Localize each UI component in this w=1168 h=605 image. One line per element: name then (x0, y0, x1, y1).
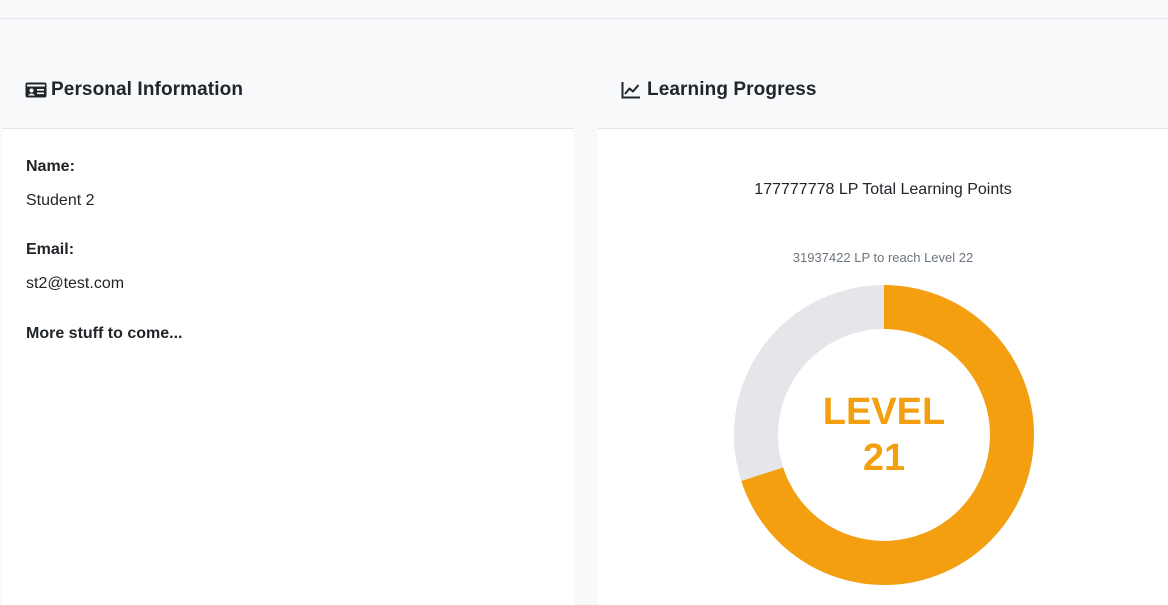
level-number: 21 (862, 437, 906, 479)
learning-progress-card: Learning Progress 177777778 LP Total Lea… (598, 52, 1168, 605)
level-indicator: LEVEL 21 (733, 284, 1035, 586)
more-info-note: More stuff to come... (26, 325, 183, 342)
personal-information-card: Personal Information Name: Student 2 Ema… (2, 52, 574, 605)
points-to-next-level: 31937422 LP to reach Level 22 (792, 250, 974, 265)
line-chart-icon (621, 81, 643, 99)
learning-progress-title: Learning Progress (647, 79, 817, 100)
id-card-icon (25, 81, 47, 99)
learning-progress-header: Learning Progress (598, 52, 1168, 129)
email-value: st2@test.com (26, 275, 125, 292)
personal-information-header: Personal Information (2, 52, 574, 129)
name-label: Name: (26, 158, 75, 175)
top-divider (0, 18, 1168, 19)
email-label: Email: (26, 241, 75, 258)
name-value: Student 2 (26, 192, 95, 209)
total-learning-points: 177777778 LP Total Learning Points (754, 181, 1012, 198)
personal-information-title: Personal Information (51, 79, 244, 100)
level-word: LEVEL (822, 391, 946, 433)
